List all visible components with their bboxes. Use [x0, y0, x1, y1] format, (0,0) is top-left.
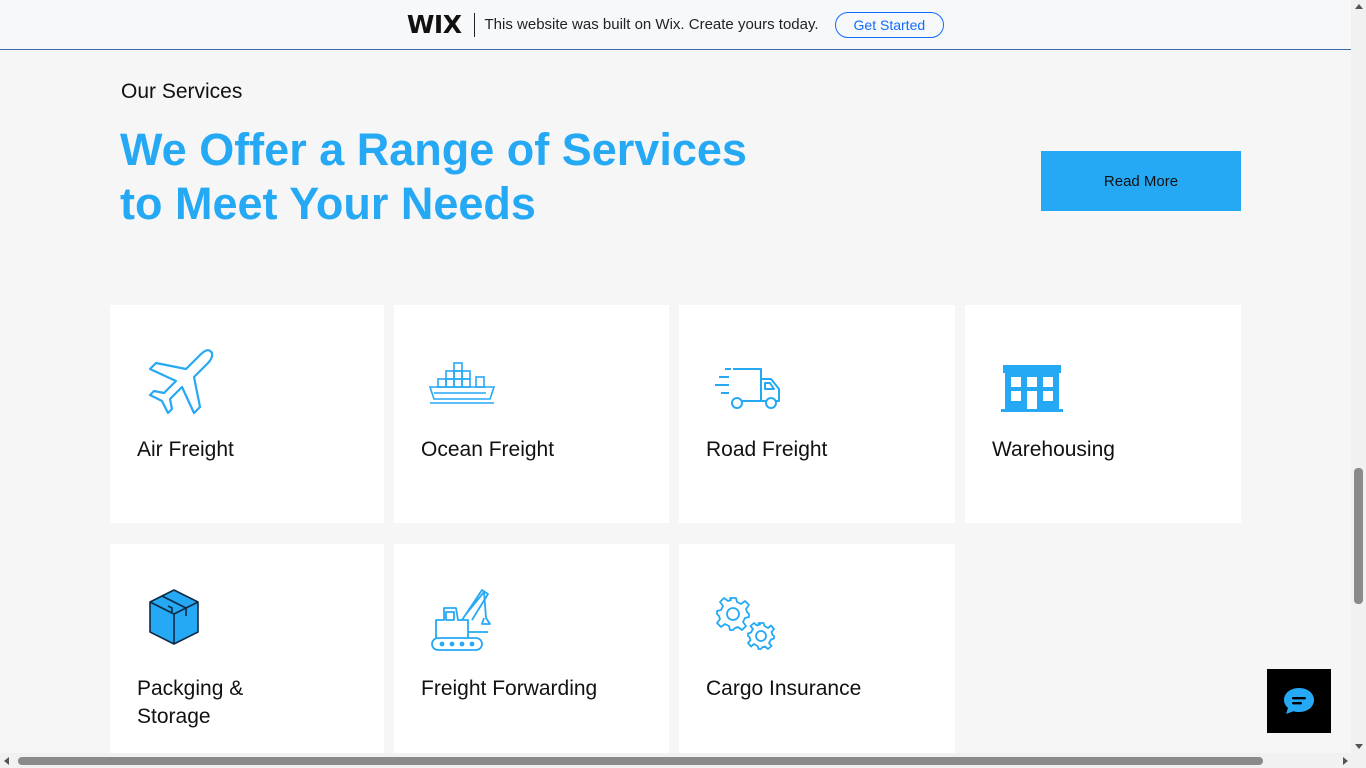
section-headline: We Offer a Range of Services to Meet You… — [120, 123, 760, 231]
crane-icon — [426, 584, 502, 660]
cargo-ship-icon — [426, 345, 502, 421]
service-card-road-freight[interactable]: Road Freight — [679, 305, 955, 523]
scroll-left-icon[interactable] — [4, 757, 9, 765]
service-card-packaging-storage[interactable]: Packging & Storage — [110, 544, 384, 753]
service-label: Packging & Storage — [137, 675, 337, 731]
banner-divider — [473, 12, 475, 37]
chat-bubble-icon — [1284, 688, 1314, 714]
package-box-icon — [142, 584, 218, 660]
service-card-ocean-freight[interactable]: Ocean Freight — [394, 305, 669, 523]
wix-logo[interactable]: WIX — [407, 10, 462, 39]
scroll-right-icon[interactable] — [1343, 757, 1348, 765]
headline-line-1: We Offer a Range of Services — [120, 124, 747, 175]
section-eyebrow: Our Services — [121, 80, 243, 103]
services-section: Our Services We Offer a Range of Service… — [0, 51, 1351, 753]
service-label-line-2: Storage — [137, 705, 211, 728]
service-label: Air Freight — [137, 438, 234, 461]
service-label-line-1: Packging & — [137, 677, 244, 700]
service-label: Warehousing — [992, 438, 1115, 461]
chat-button[interactable] — [1267, 669, 1331, 733]
vertical-scrollbar[interactable] — [1351, 0, 1366, 753]
read-more-button[interactable]: Read More — [1041, 151, 1241, 211]
headline-line-2: to Meet Your Needs — [120, 178, 536, 229]
service-card-air-freight[interactable]: Air Freight — [110, 305, 384, 523]
delivery-truck-icon — [711, 345, 787, 421]
service-card-warehousing[interactable]: Warehousing — [965, 305, 1241, 523]
vertical-scroll-thumb[interactable] — [1354, 468, 1363, 604]
wix-banner: WIX This website was built on Wix. Creat… — [0, 0, 1351, 50]
gears-icon — [711, 584, 787, 660]
service-label: Road Freight — [706, 438, 828, 461]
service-label: Freight Forwarding — [421, 677, 598, 700]
service-card-cargo-insurance[interactable]: Cargo Insurance — [679, 544, 955, 753]
warehouse-building-icon — [997, 345, 1073, 421]
airplane-icon — [142, 345, 218, 421]
service-label: Cargo Insurance — [706, 677, 862, 700]
scroll-up-icon[interactable] — [1355, 4, 1363, 9]
horizontal-scrollbar[interactable] — [0, 753, 1366, 768]
scroll-down-icon[interactable] — [1355, 744, 1363, 749]
get-started-button[interactable]: Get Started — [834, 11, 945, 38]
banner-message: This website was built on Wix. Create yo… — [484, 16, 819, 33]
horizontal-scroll-thumb[interactable] — [18, 757, 1263, 765]
service-card-freight-forwarding[interactable]: Freight Forwarding — [394, 544, 669, 753]
service-label: Ocean Freight — [421, 438, 555, 461]
